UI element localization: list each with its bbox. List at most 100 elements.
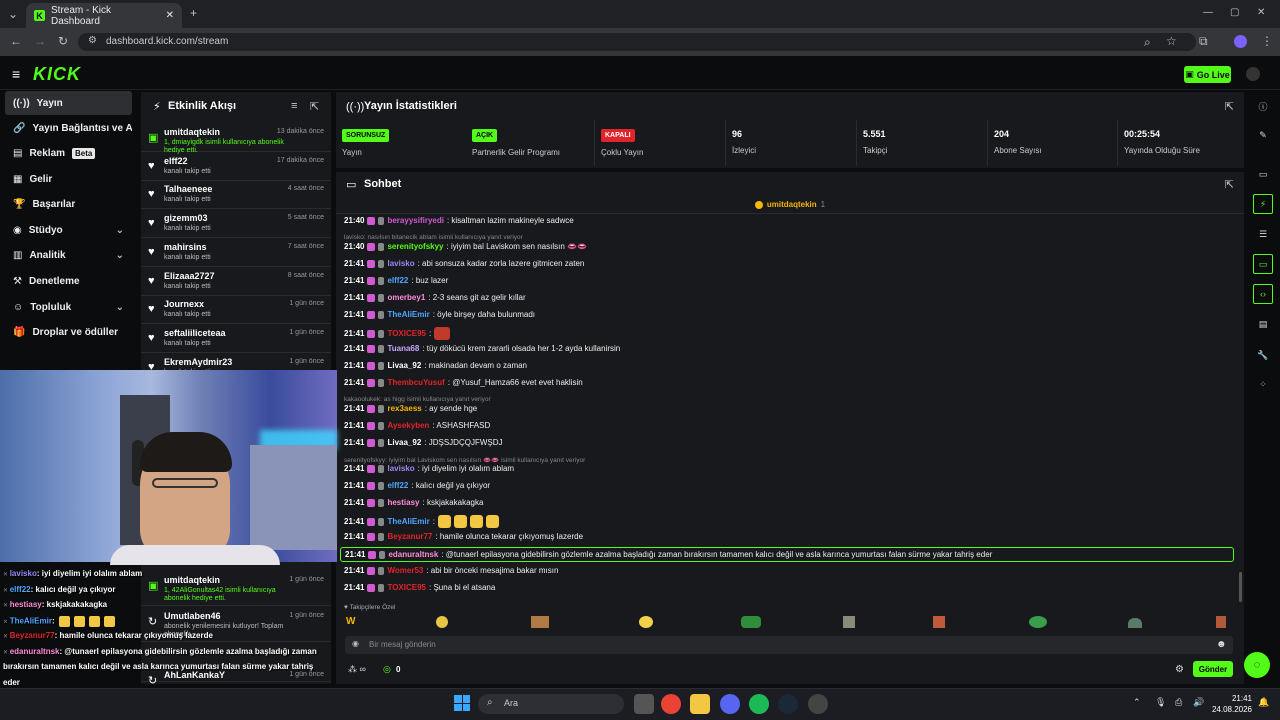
chat-message[interactable]: 21:41 edanuraltnsk: @tunaerl epilasyona g… xyxy=(340,547,1234,562)
emote-image-icon[interactable] xyxy=(1128,618,1142,628)
message-username[interactable]: Tuana68 xyxy=(387,344,419,353)
activity-item[interactable]: ♥ Journexx kanalı takip etti 1 gün önce xyxy=(141,296,331,325)
chat-message[interactable]: 21:41 TOXICE95: Şuna bi el atsana xyxy=(344,583,495,592)
popout-icon[interactable]: ⇱ xyxy=(310,100,319,113)
edit-icon[interactable]: ✎ xyxy=(1255,127,1271,143)
sidebar-item-revenue[interactable]: ▦ Gelir xyxy=(5,167,132,191)
chat-message[interactable]: 21:41 TheAliEmir: öyle birşey daha bulunm… xyxy=(344,310,535,319)
site-info-icon[interactable]: ⚙ xyxy=(88,35,97,46)
maximize-icon[interactable]: ▢ xyxy=(1230,7,1239,18)
chat-message[interactable]: 21:41 elff22: kalıcı değil ya çıkıyor xyxy=(344,481,490,490)
message-username[interactable]: rex3aess xyxy=(387,404,421,413)
emote-image-icon[interactable] xyxy=(843,616,855,628)
message-username[interactable]: Livaa_92 xyxy=(387,438,421,447)
activity-user[interactable]: Elizaaa2727 xyxy=(164,271,215,281)
chat-message[interactable]: 21:41 Womer53: abi bir önceki mesajima ba… xyxy=(344,566,558,575)
chat-message[interactable]: 21:41 elff22: buz lazer xyxy=(344,276,448,285)
new-tab-icon[interactable]: + xyxy=(190,6,197,20)
sidebar-item-yayin[interactable]: ((·)) Yayın xyxy=(5,91,132,115)
message-username[interactable]: TOXICE95 xyxy=(387,329,426,338)
sidebar-item-community[interactable]: ☺ Topluluk ⌄ xyxy=(5,295,132,319)
chat-message[interactable]: 21:41 lavisko: abi sonsuza kadar zorla la… xyxy=(344,259,584,268)
file-explorer-icon[interactable] xyxy=(690,694,710,714)
info-icon[interactable]: ⓘ xyxy=(1255,98,1271,114)
message-username[interactable]: ThembcuYusuf xyxy=(387,378,444,387)
chat-message[interactable]: 21:41 ThembcuYusuf: @Yusuf_Hamza66 evet e… xyxy=(344,378,583,387)
activity-user[interactable]: gizemm03 xyxy=(164,213,208,223)
emote-w-icon[interactable]: W xyxy=(346,616,355,627)
browser-menu-icon[interactable]: ⋮ xyxy=(1261,34,1273,48)
message-username[interactable]: TheAliEmir xyxy=(387,517,429,526)
message-username[interactable]: elff22 xyxy=(387,481,408,490)
activity-toggle-icon[interactable]: ⚡ xyxy=(1253,194,1273,214)
activity-user[interactable]: Talhaeneee xyxy=(164,184,212,194)
minimize-icon[interactable]: — xyxy=(1203,7,1213,18)
chat-message[interactable]: 21:41 omerbey1: 2-3 seans git az gelir kı… xyxy=(344,293,526,302)
zoom-icon[interactable]: ⌕ xyxy=(1144,35,1151,50)
chat-message[interactable]: 21:41 lavisko: iyi diyelim iyi olalım abl… xyxy=(344,464,514,473)
chat-message[interactable]: 21:41 Beyzanur77: hamile olunca tekarar ç… xyxy=(344,532,583,541)
chat-message-input[interactable]: Bir mesaj gönderin xyxy=(345,636,1233,654)
spotify-icon[interactable] xyxy=(749,694,769,714)
message-username[interactable]: omerbey1 xyxy=(387,293,425,302)
sidebar-item-studio[interactable]: ◉ Stüdyo ⌄ xyxy=(5,218,132,242)
extensions-icon[interactable]: ⧉ xyxy=(1199,34,1208,49)
wrench-icon[interactable]: 🔧 xyxy=(1255,347,1271,363)
message-username[interactable]: hestiasy xyxy=(387,498,419,507)
task-view-icon[interactable] xyxy=(634,694,654,714)
chat-message[interactable]: 21:41 Livaa_92: makinadan devam o zaman xyxy=(344,361,527,370)
back-icon[interactable]: ← xyxy=(10,34,22,48)
activity-user[interactable]: seftaliiliceteaa xyxy=(164,328,226,338)
message-username[interactable]: TheAliEmir xyxy=(387,310,429,319)
chat-settings-icon[interactable]: ⚙ xyxy=(1175,664,1184,675)
chat-scrollbar[interactable] xyxy=(1239,572,1242,602)
reload-icon[interactable]: ↻ xyxy=(58,34,68,48)
layout-icon[interactable]: ▤ xyxy=(1255,316,1271,332)
activity-user[interactable]: elff22 xyxy=(164,156,188,166)
activity-user[interactable]: Journexx xyxy=(164,299,204,309)
activity-item[interactable]: ♥ elff22 kanalı takip etti 17 dakika önce xyxy=(141,153,331,181)
emote-frog-icon[interactable] xyxy=(741,616,761,628)
browser-tab[interactable]: K Stream - Kick Dashboard ✕ xyxy=(26,3,182,28)
tray-chevron-icon[interactable]: ⌃ xyxy=(1133,697,1141,708)
chat-toggle-icon[interactable]: ▭ xyxy=(1253,254,1273,274)
shortcuts-icon[interactable]: ⁘ xyxy=(1255,376,1271,392)
chat-message[interactable]: 21:41 rex3aess: ay sende hge xyxy=(344,404,477,413)
sidebar-item-achievements[interactable]: 🏆 Başarılar xyxy=(5,192,132,216)
activity-item[interactable]: ♥ Elizaaa2727 kanalı takip etti 8 saat önce xyxy=(141,268,331,296)
sidebar-item-drops[interactable]: 🎁 Droplar ve ödüller xyxy=(5,320,132,344)
activity-item[interactable]: ▣ umitdaqtekin 1, dmiayigdk isimli kullanı… xyxy=(141,124,331,154)
emote-frog-icon[interactable] xyxy=(1029,616,1047,628)
chat-message[interactable]: 21:41 hestiasy: kskjakakakagka xyxy=(344,498,483,507)
bookmark-star-icon[interactable]: ☆ xyxy=(1166,34,1177,48)
steam-icon[interactable] xyxy=(778,694,798,714)
emoji-icon[interactable]: ☻ xyxy=(1216,639,1227,650)
profile-avatar[interactable] xyxy=(1234,35,1247,48)
message-username[interactable]: Aysekyben xyxy=(387,421,429,430)
message-username[interactable]: Womer53 xyxy=(387,566,423,575)
close-tab-icon[interactable]: ✕ xyxy=(166,10,174,21)
message-username[interactable]: elff22 xyxy=(387,276,408,285)
help-chat-bubble-icon[interactable]: ◌ xyxy=(1244,652,1270,678)
sidebar-item-moderation[interactable]: ⚒ Denetleme xyxy=(5,269,132,293)
kick-logo[interactable]: KICK xyxy=(33,64,81,85)
message-username[interactable]: lavisko xyxy=(387,464,414,473)
user-avatar[interactable] xyxy=(1246,67,1260,81)
chat-message[interactable]: 21:40 berayysifiryedi: kisaltman lazim ma… xyxy=(344,216,574,225)
network-icon[interactable]: ⎙ xyxy=(1175,697,1182,708)
activity-user[interactable]: umitdaqtekin xyxy=(164,127,220,137)
emote-image-icon[interactable] xyxy=(933,616,945,628)
close-window-icon[interactable]: ✕ xyxy=(1257,7,1265,18)
microphone-icon[interactable]: 🎙 xyxy=(1155,697,1166,708)
forward-icon[interactable]: → xyxy=(34,34,46,48)
popout-icon[interactable]: ⇱ xyxy=(1225,100,1234,113)
discord-icon[interactable] xyxy=(720,694,740,714)
windows-start-icon[interactable] xyxy=(454,695,470,711)
chat-message[interactable]: 21:40 serenityofskyy: iyiyim bal Laviskom… xyxy=(344,242,587,251)
chrome-icon[interactable] xyxy=(661,694,681,714)
message-username[interactable]: lavisko xyxy=(387,259,414,268)
message-username[interactable]: serenityofskyy xyxy=(387,242,443,251)
chat-message[interactable]: 21:41 Aysekyben: ASHASHFASD xyxy=(344,421,490,430)
quick-emote-icon[interactable]: ⁂ ∞ xyxy=(348,664,366,675)
taskbar-clock[interactable]: 21:41 24.08.2026 xyxy=(1208,693,1252,715)
